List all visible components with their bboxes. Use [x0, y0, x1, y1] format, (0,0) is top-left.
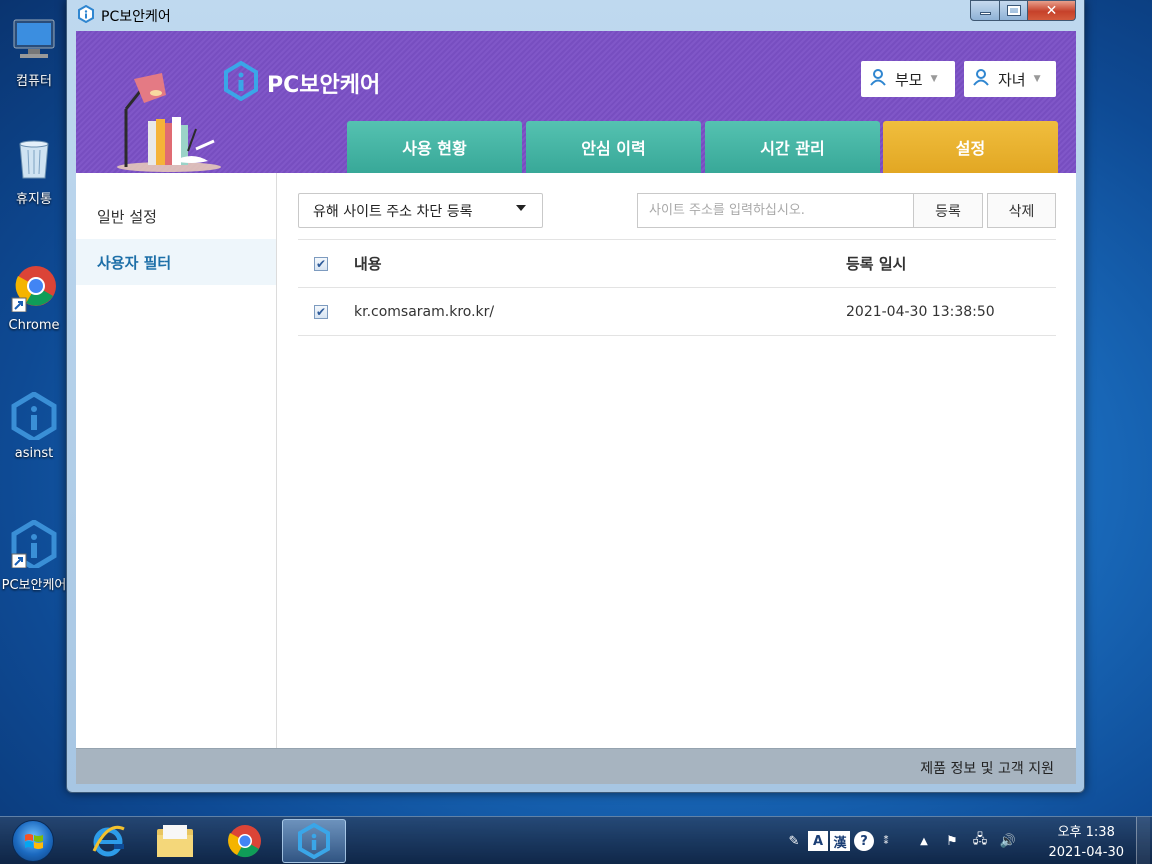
filter-mode-select[interactable]: 유해 사이트 주소 차단 등록 — [298, 193, 543, 228]
table-header-row: ✔ 내용 등록 일시 — [298, 239, 1056, 288]
row-checkbox[interactable]: ✔ — [314, 304, 328, 319]
action-center-flag-icon[interactable]: ⚑ — [942, 831, 962, 851]
ime-english-mode-icon[interactable]: A — [808, 831, 828, 851]
minimize-icon — [979, 12, 991, 15]
show-desktop-button[interactable] — [1136, 817, 1150, 864]
logo-text: PC보안케어 — [267, 73, 381, 98]
desktop-icon-computer[interactable]: 컴퓨터 — [0, 16, 68, 89]
volume-icon[interactable]: 🔊 — [998, 831, 1018, 851]
chevron-down-icon: ▼ — [1033, 74, 1041, 84]
clock-date: 2021-04-30 — [1048, 845, 1124, 860]
select-all-checkbox[interactable]: ✔ — [314, 256, 328, 271]
taskbar-file-explorer[interactable] — [143, 819, 207, 863]
tab-usage-status[interactable]: 사용 현황 — [347, 121, 522, 173]
sidebar-item-label: 사용자 필터 — [97, 253, 172, 272]
taskbar-clock[interactable]: 오후 1:38 2021-04-30 — [1048, 823, 1124, 863]
window-controls: ✕ — [970, 0, 1076, 21]
user-filter-panel: 유해 사이트 주소 차단 등록 등록 삭제 ✔ 내용 등록 일시 ✔ kr.co… — [278, 173, 1076, 748]
table-row[interactable]: ✔ kr.comsaram.kro.kr/ 2021-04-30 13:38:5… — [298, 288, 1056, 336]
chevron-down-icon: ▼ — [930, 74, 938, 84]
app-logo-icon — [77, 4, 95, 24]
app-logo: PC보안케어 — [223, 60, 381, 105]
site-url-input[interactable] — [637, 193, 913, 228]
row-url: kr.comsaram.kro.kr/ — [354, 303, 495, 320]
child-user-icon — [972, 68, 990, 90]
tab-settings[interactable]: 설정 — [883, 121, 1058, 173]
filter-mode-value: 유해 사이트 주소 차단 등록 — [313, 203, 473, 220]
minimize-button[interactable] — [970, 0, 1000, 21]
dropdown-arrow-icon — [516, 205, 526, 211]
desktop-icon-label: Chrome — [8, 318, 60, 333]
tab-safety-history[interactable]: 안심 이력 — [526, 121, 701, 173]
folder-icon — [157, 825, 193, 857]
network-icon[interactable]: 🖧 — [970, 831, 990, 851]
pc-security-care-icon — [10, 519, 58, 571]
taskbar: ✎ A 漢 ? ⁑ ▲ ⚑ 🖧 🔊 오후 1:38 2021-04-30 — [0, 816, 1152, 864]
app-window: PC보안케어 ✕ PC보안케어 부모 ▼ 자녀 ▼ 사용 현황 안심 이력 시간… — [66, 0, 1085, 793]
show-hidden-icons-icon[interactable]: ▲ — [914, 831, 934, 851]
app-footer: 제품 정보 및 고객 지원 — [76, 748, 1076, 784]
tab-label: 시간 관리 — [760, 139, 825, 158]
taskbar-internet-explorer[interactable] — [76, 819, 140, 863]
app-header: PC보안케어 부모 ▼ 자녀 ▼ 사용 현황 안심 이력 시간 관리 설정 — [76, 31, 1076, 173]
desktop-icon-pc-security[interactable]: PC보안케어 — [0, 519, 68, 593]
desktop-icon-asinst[interactable]: asinst — [0, 391, 68, 461]
clock-time: 오후 1:38 — [1057, 825, 1115, 840]
maximize-button[interactable] — [1000, 0, 1028, 21]
system-tray: ✎ A 漢 ? ⁑ ▲ ⚑ 🖧 🔊 오후 1:38 2021-04-30 — [782, 817, 1152, 864]
desktop-icon-recycle-bin[interactable]: 휴지통 — [0, 134, 68, 207]
maximize-icon — [1006, 5, 1021, 16]
title-bar[interactable]: PC보안케어 ✕ — [67, 0, 1084, 30]
ime-toolbar-icon[interactable]: ✎ — [784, 831, 804, 851]
chrome-icon — [228, 825, 261, 858]
row-registered-date: 2021-04-30 13:38:50 — [846, 303, 995, 320]
column-header-content: 내용 — [354, 255, 382, 273]
parent-user-icon — [869, 68, 887, 90]
help-icon[interactable]: ? — [854, 831, 874, 851]
child-mode-label: 자녀 — [998, 70, 1026, 89]
parent-mode-button[interactable]: 부모 ▼ — [861, 61, 955, 97]
pc-security-care-icon — [298, 823, 330, 859]
windows-logo-icon — [25, 834, 43, 849]
logo-hexagon-icon — [223, 60, 259, 105]
chrome-icon — [10, 264, 58, 313]
tab-label: 설정 — [955, 139, 986, 158]
app-client-area: PC보안케어 부모 ▼ 자녀 ▼ 사용 현황 안심 이력 시간 관리 설정 일반… — [76, 31, 1076, 784]
delete-button-label: 삭제 — [1008, 203, 1035, 220]
taskbar-pc-security-care[interactable] — [282, 819, 346, 863]
register-button[interactable]: 등록 — [913, 193, 983, 228]
internet-explorer-icon — [92, 825, 125, 857]
tab-label: 사용 현황 — [402, 139, 467, 158]
register-button-label: 등록 — [935, 203, 961, 220]
ime-hanja-icon[interactable]: 漢 — [830, 831, 850, 851]
window-title: PC보안케어 — [101, 9, 171, 25]
asinst-icon — [10, 391, 58, 443]
column-header-date: 등록 일시 — [846, 255, 907, 273]
close-button[interactable]: ✕ — [1028, 0, 1076, 21]
sidebar-item-user-filter[interactable]: 사용자 필터 — [76, 239, 276, 285]
product-support-link[interactable]: 제품 정보 및 고객 지원 — [920, 758, 1054, 778]
tab-label: 안심 이력 — [581, 139, 646, 158]
desktop-icon-label: PC보안케어 — [1, 578, 67, 593]
settings-sidebar: 일반 설정 사용자 필터 — [76, 173, 277, 748]
sidebar-item-label: 일반 설정 — [97, 207, 157, 226]
desktop-icon-label: 휴지통 — [16, 192, 52, 207]
child-mode-button[interactable]: 자녀 ▼ — [964, 61, 1056, 97]
delete-button[interactable]: 삭제 — [987, 193, 1056, 228]
sidebar-item-general-settings[interactable]: 일반 설정 — [76, 193, 276, 239]
taskbar-chrome[interactable] — [213, 819, 277, 863]
desktop-icon-label: asinst — [14, 446, 54, 461]
desktop-icon-chrome[interactable]: Chrome — [0, 264, 68, 333]
ime-options-icon[interactable]: ⁑ — [876, 831, 896, 851]
start-button[interactable] — [12, 820, 54, 862]
parent-mode-label: 부모 — [895, 70, 923, 89]
close-icon: ✕ — [1045, 2, 1058, 19]
desk-lamp-books-illustration — [117, 73, 221, 172]
tab-time-management[interactable]: 시간 관리 — [705, 121, 880, 173]
recycle-bin-icon — [10, 134, 58, 182]
computer-icon — [10, 16, 58, 64]
filter-table: ✔ 내용 등록 일시 ✔ kr.comsaram.kro.kr/ 2021-04… — [298, 239, 1056, 336]
desktop-icon-label: 컴퓨터 — [16, 74, 52, 89]
